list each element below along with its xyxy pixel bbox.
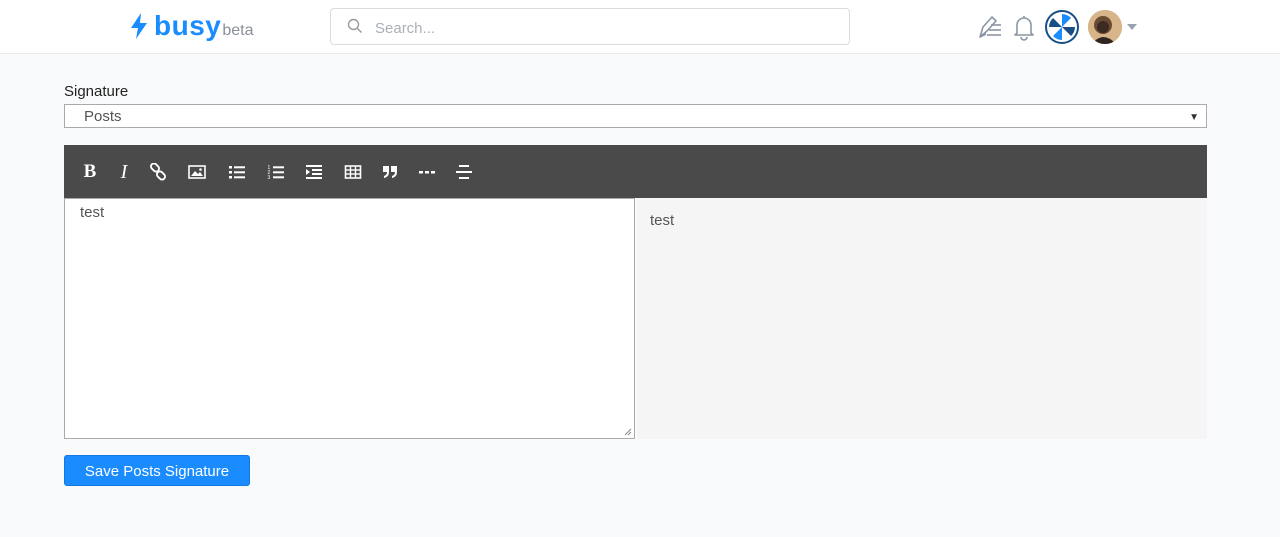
logo-name: busy	[154, 10, 222, 41]
user-photo	[1088, 10, 1122, 44]
bullet-list-icon	[229, 166, 245, 179]
logo[interactable]: busy beta	[130, 8, 254, 44]
search-icon	[347, 18, 362, 33]
search-box[interactable]	[330, 8, 850, 45]
account-avatar-icon[interactable]	[1045, 10, 1079, 44]
editor-toolbar: B I 1 2 3	[64, 145, 1207, 198]
quote-icon	[383, 166, 397, 178]
quote-button[interactable]	[377, 159, 403, 185]
link-icon	[150, 163, 166, 181]
table-button[interactable]	[340, 159, 366, 185]
search-input[interactable]	[373, 15, 837, 41]
bolt-icon	[131, 13, 147, 39]
top-navbar: busy beta	[0, 0, 1280, 54]
signature-type-select[interactable]: Posts ▼	[64, 104, 1207, 128]
select-value: Posts	[84, 108, 122, 125]
center-align-icon	[456, 165, 472, 179]
indent-icon	[306, 165, 322, 179]
signature-preview: test	[637, 198, 1207, 439]
italic-icon: I	[120, 160, 128, 183]
image-button[interactable]	[184, 159, 210, 185]
table-icon	[344, 165, 362, 179]
logo-beta-tag: beta	[222, 22, 254, 39]
bold-icon: B	[83, 161, 97, 182]
markdown-editor[interactable]: test	[64, 198, 635, 439]
user-avatar[interactable]	[1088, 10, 1122, 44]
link-button[interactable]	[145, 159, 171, 185]
numbered-list-button[interactable]: 1 2 3	[263, 159, 289, 185]
bullet-list-button[interactable]	[224, 159, 250, 185]
signature-label: Signature	[64, 83, 129, 100]
resize-handle-icon[interactable]	[624, 428, 632, 436]
center-align-button[interactable]	[451, 159, 477, 185]
preview-text: test	[650, 212, 675, 229]
save-posts-signature-button[interactable]: Save Posts Signature	[64, 455, 250, 486]
indent-button[interactable]	[301, 159, 327, 185]
numbered-list-icon: 1 2 3	[268, 165, 284, 181]
signature-textarea[interactable]: test	[65, 199, 634, 438]
chevron-down-icon[interactable]	[1127, 24, 1137, 30]
svg-text:3: 3	[268, 175, 271, 181]
dropdown-arrow-icon: ▼	[1189, 112, 1199, 123]
bell-icon[interactable]	[1011, 13, 1037, 41]
image-icon	[188, 165, 206, 179]
horizontal-rule-button[interactable]	[414, 159, 440, 185]
pinwheel-icon	[1049, 14, 1075, 40]
horizontal-rule-icon	[419, 171, 435, 174]
write-icon[interactable]	[977, 13, 1003, 41]
bold-button[interactable]: B	[77, 159, 103, 185]
italic-button[interactable]: I	[111, 159, 137, 185]
